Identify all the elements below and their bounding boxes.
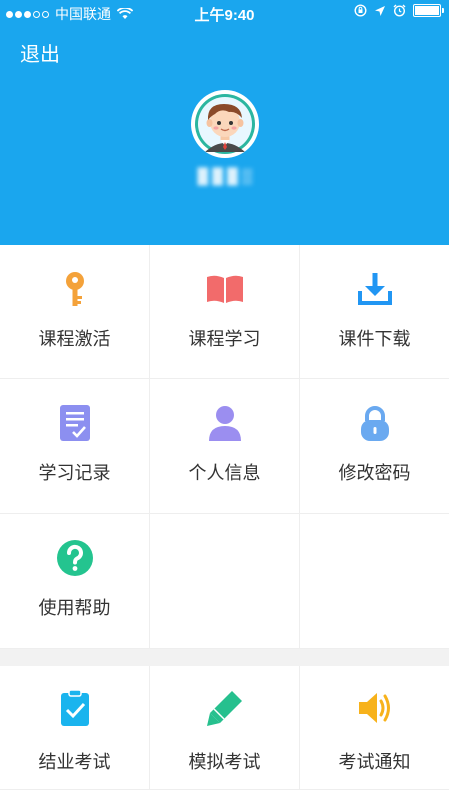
- menu-course-study[interactable]: 课程学习: [150, 245, 300, 379]
- menu-help[interactable]: 使用帮助: [0, 514, 150, 649]
- menu-study-record-label: 学习记录: [38, 463, 111, 483]
- menu-change-password-label: 修改密码: [338, 463, 411, 483]
- avatar-boy-icon: [192, 91, 258, 157]
- menu-mock-exam-label: 模拟考试: [188, 752, 261, 772]
- status-right: [354, 4, 444, 17]
- menu-personal-info-label: 个人信息: [188, 463, 261, 483]
- book-icon: [206, 275, 243, 303]
- menu-course-study-label: 课程学习: [188, 329, 261, 349]
- menu-grid: 课程激活 课程学习 课件下载 学习记录 个人信息 修改密码 使用帮助: [0, 245, 449, 649]
- speaker-icon: [358, 693, 390, 723]
- avatar[interactable]: [191, 90, 259, 158]
- menu-course-activate-label: 课程激活: [38, 329, 111, 349]
- menu-help-label: 使用帮助: [38, 598, 111, 618]
- profile-header: 中国联通 上午9:40 退出 █ █ █ ▒: [0, 0, 449, 245]
- menu-change-password[interactable]: 修改密码: [300, 379, 449, 514]
- menu-personal-info[interactable]: 个人信息: [150, 379, 300, 514]
- menu-exam-notice-label: 考试通知: [338, 752, 411, 772]
- menu-mock-exam[interactable]: 模拟考试: [150, 666, 300, 790]
- location-icon: [375, 5, 385, 16]
- menu-study-record[interactable]: 学习记录: [0, 379, 150, 514]
- logout-button[interactable]: 退出: [20, 38, 60, 67]
- lock-icon: [360, 406, 389, 441]
- menu-exam-notice[interactable]: 考试通知: [300, 666, 449, 790]
- username: █ █ █ ▒: [197, 168, 253, 185]
- empty-cell: [150, 514, 300, 649]
- question-icon: [56, 540, 93, 576]
- record-icon: [59, 405, 90, 441]
- pencil-icon: [206, 691, 242, 726]
- menu-completion-exam[interactable]: 结业考试: [0, 666, 150, 790]
- download-icon: [357, 273, 392, 305]
- menu-courseware-download-label: 课件下载: [338, 329, 411, 349]
- key-icon: [65, 272, 84, 306]
- clipboard-icon: [60, 689, 89, 726]
- exam-grid: 结业考试 模拟考试 考试通知: [0, 666, 449, 790]
- person-icon: [208, 406, 241, 441]
- status-bar: 中国联通 上午9:40: [0, 0, 449, 26]
- menu-completion-exam-label: 结业考试: [38, 752, 111, 772]
- battery-icon: [413, 4, 444, 17]
- rotation-lock-icon: [354, 4, 367, 17]
- menu-courseware-download[interactable]: 课件下载: [300, 245, 449, 379]
- empty-cell: [300, 514, 449, 649]
- menu-course-activate[interactable]: 课程激活: [0, 245, 150, 379]
- alarm-icon: [393, 4, 406, 17]
